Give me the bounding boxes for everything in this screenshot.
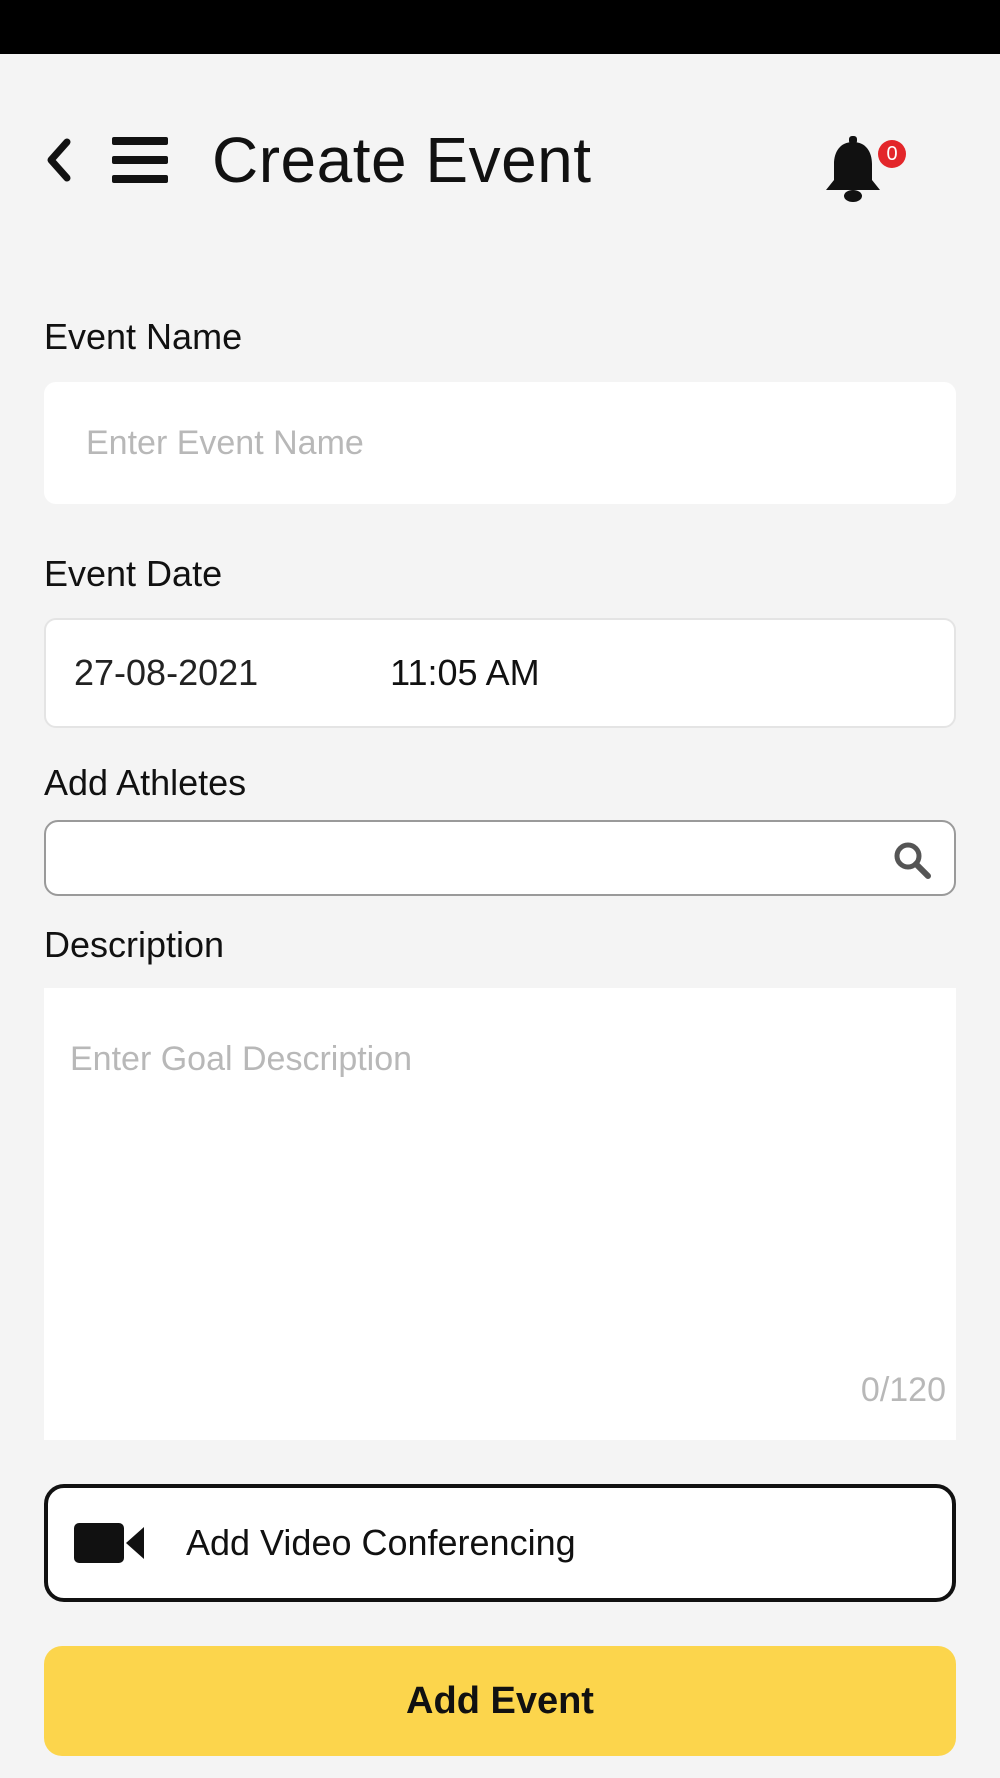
page-title: Create Event — [212, 124, 592, 196]
chevron-left-icon — [47, 138, 71, 182]
add-event-label: Add Event — [406, 1679, 594, 1722]
status-bar — [0, 0, 1000, 54]
bell-icon — [826, 136, 880, 202]
add-video-conferencing-button[interactable]: Add Video Conferencing — [44, 1484, 956, 1602]
add-event-button[interactable]: Add Event — [44, 1646, 956, 1756]
character-counter: 0/120 — [860, 1371, 946, 1409]
back-button[interactable] — [38, 132, 78, 188]
date-picker[interactable]: 27-08-2021 — [74, 652, 258, 694]
app-header: Create Event 0 — [0, 110, 1000, 210]
video-conferencing-label: Add Video Conferencing — [186, 1522, 576, 1563]
athletes-search-container — [44, 820, 956, 896]
description-field-container: 0/120 — [44, 988, 956, 1440]
video-camera-icon — [74, 1523, 144, 1563]
time-picker[interactable]: 11:05 AM — [390, 652, 539, 694]
event-name-field-container — [44, 382, 956, 504]
search-icon[interactable] — [892, 840, 932, 880]
notifications-button[interactable]: 0 — [818, 120, 908, 210]
event-date-field: 27-08-2021 11:05 AM — [44, 618, 956, 728]
athletes-search-input[interactable] — [46, 822, 954, 894]
hamburger-menu-icon — [112, 137, 168, 183]
event-name-input[interactable] — [44, 382, 956, 504]
notification-badge: 0 — [878, 140, 906, 168]
add-athletes-label: Add Athletes — [44, 762, 247, 803]
description-textarea[interactable] — [44, 988, 956, 1440]
event-date-label: Event Date — [44, 553, 223, 594]
menu-button[interactable] — [108, 132, 172, 188]
event-name-label: Event Name — [44, 316, 243, 357]
description-label: Description — [44, 924, 225, 965]
